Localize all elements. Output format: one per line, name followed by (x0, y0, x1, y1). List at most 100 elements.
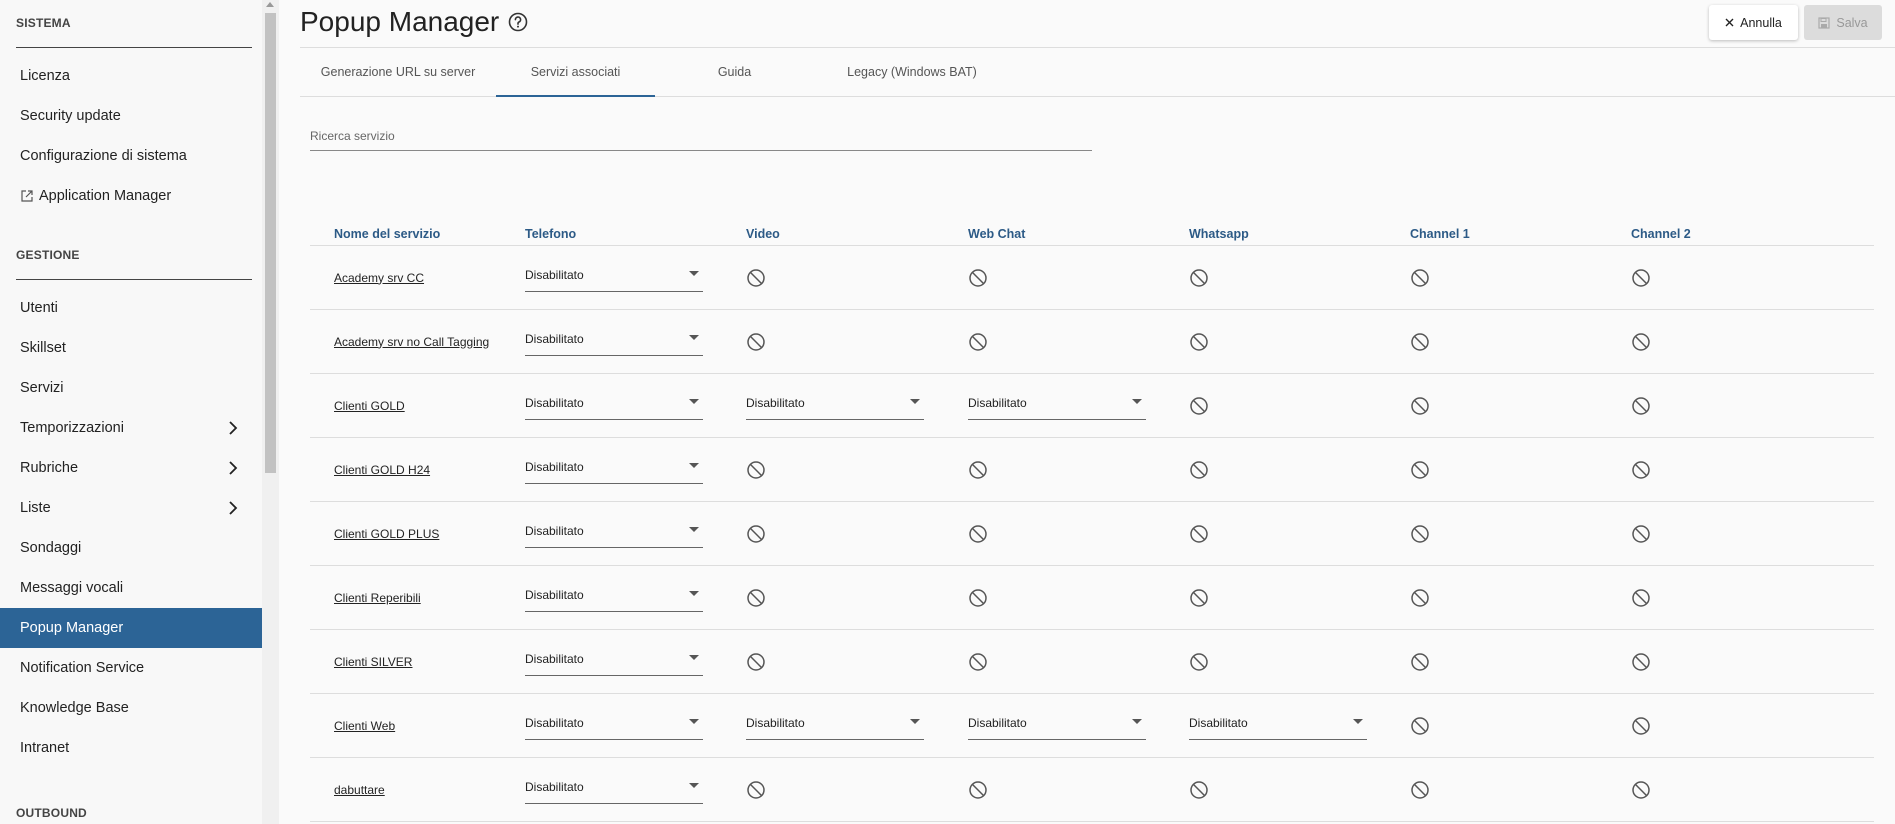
ban-icon (1410, 716, 1430, 736)
channel-cell (1185, 758, 1406, 822)
sidebar-item-label: Messaggi vocali (20, 580, 124, 596)
search-input[interactable]: Ricerca servizio (310, 127, 1092, 151)
channel-cell (964, 758, 1185, 822)
table-body: Academy srv CC Disabilitato Academy srv no… (310, 246, 1874, 822)
sidebar-item-notification-service[interactable]: Notification Service (0, 648, 262, 688)
channel-cell (1406, 438, 1627, 502)
scroll-up-arrow-icon[interactable] (266, 2, 274, 7)
caret-down-icon (689, 783, 699, 788)
channel-cell (964, 566, 1185, 630)
sidebar-item-application-manager[interactable]: Application Manager (0, 176, 262, 216)
external-link-icon (21, 190, 33, 202)
tab-servizi-associati[interactable]: Servizi associati (496, 48, 655, 97)
service-link[interactable]: Clienti Reperibili (334, 591, 421, 605)
sidebar-item-rubriche[interactable]: Rubriche (0, 448, 262, 488)
channel-select[interactable]: Disabilitato (525, 456, 703, 484)
ban-icon (1189, 332, 1209, 352)
sidebar-item-label: Licenza (20, 68, 70, 84)
service-name-cell: Clienti GOLD PLUS (310, 502, 521, 566)
channel-cell: Disabilitato (521, 310, 742, 374)
channel-cell (1627, 438, 1848, 502)
channel-select[interactable]: Disabilitato (525, 520, 703, 548)
ban-icon (746, 588, 766, 608)
channel-select[interactable]: Disabilitato (525, 584, 703, 612)
sidebar-item-knowledge-base[interactable]: Knowledge Base (0, 688, 262, 728)
channel-select[interactable]: Disabilitato (525, 648, 703, 676)
column-header: Whatsapp (1189, 227, 1249, 241)
channel-cell: Disabilitato (521, 502, 742, 566)
sidebar-item-licenza[interactable]: Licenza (0, 56, 262, 96)
sidebar-item-liste[interactable]: Liste (0, 488, 262, 528)
save-button[interactable]: Salva (1804, 5, 1882, 40)
sidebar-item-servizi[interactable]: Servizi (0, 368, 262, 408)
channel-cell: Disabilitato (521, 438, 742, 502)
sidebar-item-popup-manager[interactable]: Popup Manager (0, 608, 262, 648)
table-row: Clienti Reperibili Disabilitato (310, 566, 1874, 630)
scrollbar-thumb[interactable] (265, 13, 276, 473)
table-header: Nome del servizio Telefono Video Web Cha… (310, 216, 1874, 246)
help-circle-icon[interactable] (508, 12, 528, 32)
channel-select[interactable]: Disabilitato (525, 264, 703, 292)
service-link[interactable]: dabuttare (334, 783, 385, 797)
channel-cell (1627, 310, 1848, 374)
channel-cell (742, 502, 964, 566)
chevron-right-icon (226, 488, 240, 528)
channel-select[interactable]: Disabilitato (525, 712, 703, 740)
main-content: Popup Manager Annulla Salva Generazione … (279, 0, 1895, 824)
channel-select[interactable]: Disabilitato (968, 392, 1146, 420)
table-row: dabuttare Disabilitato (310, 758, 1874, 822)
ban-icon (746, 652, 766, 672)
cancel-button[interactable]: Annulla (1709, 5, 1798, 40)
sidebar-item-sondaggi[interactable]: Sondaggi (0, 528, 262, 568)
channel-select[interactable]: Disabilitato (525, 776, 703, 804)
channel-select[interactable]: Disabilitato (746, 712, 924, 740)
service-link[interactable]: Clienti Web (334, 719, 395, 733)
sidebar-item-configurazione[interactable]: Configurazione di sistema (0, 136, 262, 176)
service-link[interactable]: Clienti GOLD PLUS (334, 527, 439, 541)
sidebar-item-label: Notification Service (20, 660, 145, 676)
sidebar-item-intranet[interactable]: Intranet (0, 728, 262, 768)
service-link[interactable]: Clienti GOLD H24 (334, 463, 430, 477)
sidebar-item-label: Knowledge Base (20, 700, 129, 716)
service-link[interactable]: Academy srv no Call Tagging (334, 335, 489, 349)
sidebar-item-messaggi-vocali[interactable]: Messaggi vocali (0, 568, 262, 608)
sidebar-item-label: Security update (20, 108, 121, 124)
ban-icon (1189, 396, 1209, 416)
service-link[interactable]: Academy srv CC (334, 271, 424, 285)
caret-down-icon (689, 655, 699, 660)
ban-icon (1410, 332, 1430, 352)
channel-cell: Disabilitato (521, 374, 742, 438)
sidebar-item-label: Application Manager (39, 188, 172, 204)
ban-icon (1189, 780, 1209, 800)
ban-icon (968, 780, 988, 800)
select-value: Disabilitato (525, 780, 584, 794)
channel-cell (1627, 246, 1848, 310)
sidebar-item-security-update[interactable]: Security update (0, 96, 262, 136)
table-row: Clienti SILVER Disabilitato (310, 630, 1874, 694)
table-row: Academy srv no Call Tagging Disabilitato (310, 310, 1874, 374)
channel-select[interactable]: Disabilitato (525, 328, 703, 356)
select-value: Disabilitato (525, 332, 584, 346)
sidebar-scrollbar[interactable] (262, 0, 279, 824)
channel-cell (1185, 566, 1406, 630)
channel-cell (1627, 502, 1848, 566)
sidebar-item-skillset[interactable]: Skillset (0, 328, 262, 368)
service-link[interactable]: Clienti GOLD (334, 399, 405, 413)
channel-select[interactable]: Disabilitato (746, 392, 924, 420)
tab-generazione-url[interactable]: Generazione URL su server (300, 48, 496, 97)
tab-guida[interactable]: Guida (655, 48, 814, 97)
table-row: Clienti GOLD H24 Disabilitato (310, 438, 1874, 502)
sidebar-item-label: Skillset (20, 340, 66, 356)
ban-icon (968, 268, 988, 288)
sidebar-item-temporizzazioni[interactable]: Temporizzazioni (0, 408, 262, 448)
tab-legacy[interactable]: Legacy (Windows BAT) (814, 48, 1010, 97)
channel-cell (1406, 246, 1627, 310)
channel-select[interactable]: Disabilitato (525, 392, 703, 420)
page-title-text: Popup Manager (300, 6, 500, 37)
channel-select[interactable]: Disabilitato (968, 712, 1146, 740)
cancel-label: Annulla (1740, 15, 1782, 30)
sidebar-item-utenti[interactable]: Utenti (0, 288, 262, 328)
channel-cell (1406, 630, 1627, 694)
channel-select[interactable]: Disabilitato (1189, 712, 1367, 740)
service-link[interactable]: Clienti SILVER (334, 655, 412, 669)
